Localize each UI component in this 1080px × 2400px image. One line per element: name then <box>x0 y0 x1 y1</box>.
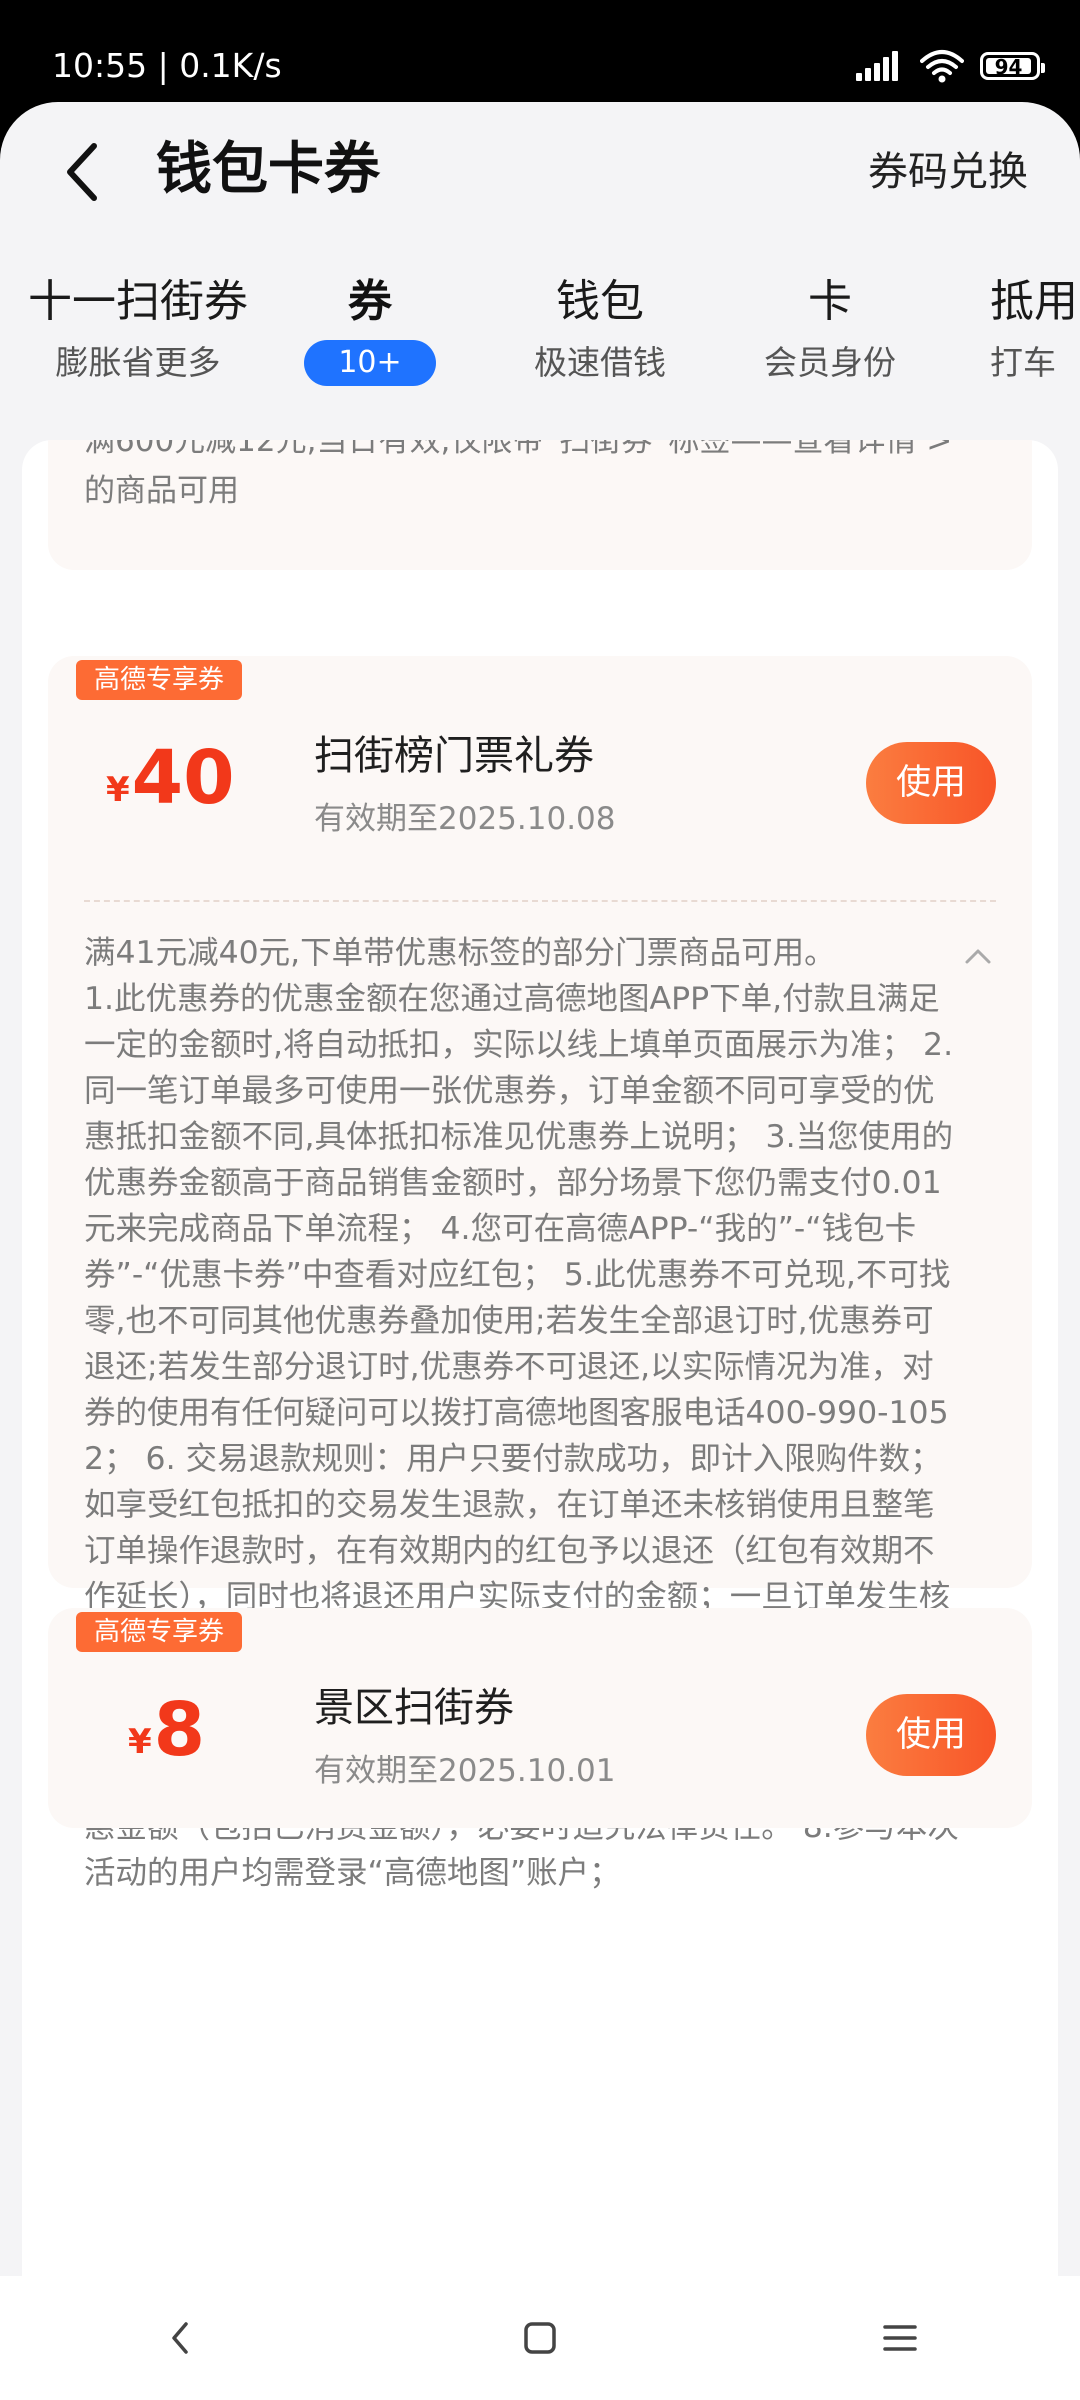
tab-title: 钱包 <box>556 276 644 327</box>
coupon-validity: 有效期至2025.10.08 <box>314 801 616 837</box>
tab-coupons[interactable]: 券 10+ <box>290 272 450 386</box>
tab-card[interactable]: 卡 会员身份 <box>740 272 920 386</box>
coupon-name: 景区扫街券 <box>314 1685 514 1731</box>
system-nav-bar <box>0 2276 1080 2400</box>
tab-title: 券 <box>348 276 392 327</box>
coupon-amount: 40 <box>131 735 235 821</box>
coupon-count-badge: 10+ <box>304 340 436 386</box>
back-icon <box>172 2322 188 2354</box>
battery-level: 94 <box>994 55 1023 79</box>
currency-symbol: ¥ <box>106 770 130 810</box>
exclusive-badge: 高德专享券 <box>76 1612 243 1652</box>
tab-subtitle: 打车 <box>990 343 1056 382</box>
tab-street-coupon[interactable]: 十一扫街券 膨胀省更多 <box>24 272 252 386</box>
tab-voucher[interactable]: 抵用 打车 <box>990 272 1080 386</box>
tab-wallet[interactable]: 钱包 极速借钱 <box>510 272 690 386</box>
category-tabs: 十一扫街券 膨胀省更多 券 10+ 钱包 极速借钱 卡 会员身份 抵用 打车 <box>0 272 1080 402</box>
use-coupon-button[interactable]: 使用 <box>866 1694 996 1776</box>
coupon-description-line: 满600元减12元,当日有效,仅限带“扫街券”标签——查看详情 > <box>84 440 953 459</box>
chevron-left-icon <box>67 143 97 201</box>
exclusive-badge: 高德专享券 <box>76 660 243 700</box>
header: 钱包卡券 券码兑换 <box>0 102 1080 232</box>
back-button[interactable] <box>52 136 112 208</box>
currency-symbol: ¥ <box>128 1722 152 1762</box>
nav-menu-button[interactable] <box>840 2298 960 2378</box>
tab-title: 十一扫街券 <box>28 276 248 327</box>
status-icons: 94 <box>856 48 1045 84</box>
signal-icon <box>856 51 898 81</box>
nav-back-button[interactable] <box>120 2298 240 2378</box>
use-coupon-button[interactable]: 使用 <box>866 742 996 824</box>
page-title: 钱包卡券 <box>156 137 380 202</box>
chevron-up-icon <box>965 949 991 964</box>
collapse-details-button[interactable] <box>960 938 996 974</box>
coupon-price: ¥ 8 <box>128 1688 205 1772</box>
coupon-name: 扫街榜门票礼券 <box>314 733 594 779</box>
redeem-code-button[interactable]: 券码兑换 <box>868 144 1028 200</box>
coupon-description: 满600元减12元,当日有效,仅限带“扫街券”标签——查看详情 > 的商品可用 <box>84 440 984 516</box>
coupon-validity: 有效期至2025.10.01 <box>314 1753 616 1789</box>
coupon-amount: 8 <box>153 1687 206 1773</box>
tab-subtitle: 极速借钱 <box>534 343 666 382</box>
battery-icon: 94 <box>980 52 1045 80</box>
dashed-divider <box>84 900 996 902</box>
tab-title: 抵用 <box>990 276 1078 327</box>
coupon-description-line: 的商品可用 <box>84 473 239 509</box>
tab-subtitle: 会员身份 <box>764 343 896 382</box>
tab-title: 卡 <box>808 276 852 327</box>
nav-home-button[interactable] <box>480 2298 600 2378</box>
coupon-card: 高德专享券 ¥ 8 景区扫街券 有效期至2025.10.01 使用 <box>48 1608 1032 1828</box>
coupon-summary: 满41元减40元,下单带优惠标签的部分门票商品可用。 <box>84 935 836 971</box>
wifi-icon <box>920 50 964 83</box>
coupon-card-previous: 满600元减12元,当日有效,仅限带“扫街券”标签——查看详情 > 的商品可用 <box>48 440 1032 570</box>
status-bar: 10:55 | 0.1K/s 94 <box>0 0 1080 100</box>
menu-icon <box>883 2325 917 2351</box>
wallet-page: 钱包卡券 券码兑换 十一扫街券 膨胀省更多 券 10+ 钱包 极速借钱 卡 会员… <box>0 102 1080 2400</box>
coupon-list[interactable]: 满600元减12元,当日有效,仅限带“扫街券”标签——查看详情 > 的商品可用 … <box>22 440 1058 2338</box>
home-square-icon <box>524 2322 556 2354</box>
coupon-card: 高德专享券 ¥ 40 扫街榜门票礼券 有效期至2025.10.08 使用 满41… <box>48 656 1032 1891</box>
coupon-price: ¥ 40 <box>106 736 235 820</box>
status-time: 10:55 | 0.1K/s <box>52 46 282 85</box>
tab-subtitle: 膨胀省更多 <box>55 343 221 382</box>
